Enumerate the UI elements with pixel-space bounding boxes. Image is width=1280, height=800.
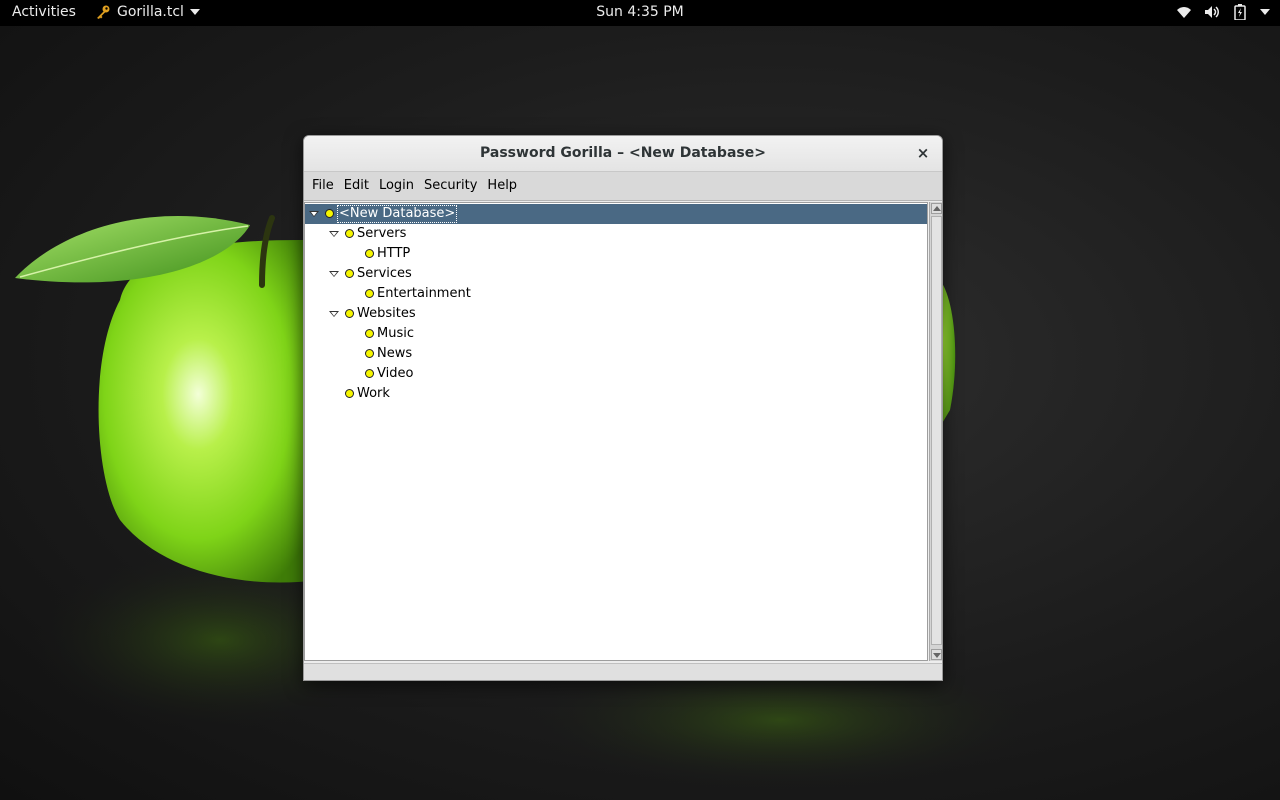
tree-row[interactable]: Websites bbox=[305, 304, 927, 324]
group-node-icon bbox=[365, 369, 374, 378]
menu-help[interactable]: Help bbox=[482, 172, 522, 200]
tree-row[interactable]: HTTP bbox=[305, 244, 927, 264]
group-node-icon bbox=[345, 309, 354, 318]
tree-row-label: Websites bbox=[357, 306, 416, 321]
system-menu-chevron-icon[interactable] bbox=[1260, 9, 1270, 15]
tree-row-label: Video bbox=[377, 366, 414, 381]
group-node-icon bbox=[365, 329, 374, 338]
tree-row-label: Work bbox=[357, 386, 390, 401]
group-node-icon bbox=[365, 249, 374, 258]
expand-toggle-icon[interactable] bbox=[329, 231, 339, 237]
battery-icon[interactable] bbox=[1232, 4, 1248, 20]
expand-toggle-icon[interactable] bbox=[309, 211, 319, 217]
scrollbar-thumb[interactable] bbox=[931, 216, 942, 645]
expand-toggle-icon[interactable] bbox=[329, 311, 339, 317]
close-icon[interactable]: × bbox=[914, 144, 932, 162]
tree-row[interactable]: Servers bbox=[305, 224, 927, 244]
menu-login[interactable]: Login bbox=[374, 172, 419, 200]
system-tray[interactable] bbox=[1176, 4, 1270, 20]
expand-toggle-icon[interactable] bbox=[329, 271, 339, 277]
tree-row-label: Entertainment bbox=[377, 286, 471, 301]
app-menu-label: Gorilla.tcl bbox=[117, 4, 184, 20]
password-gorilla-window: Password Gorilla – <New Database> × File… bbox=[303, 135, 943, 681]
scroll-up-icon[interactable] bbox=[931, 203, 942, 214]
tree-row[interactable]: Work bbox=[305, 384, 927, 404]
menu-security[interactable]: Security bbox=[419, 172, 482, 200]
vertical-scrollbar[interactable] bbox=[929, 202, 942, 661]
tree-row[interactable]: <New Database> bbox=[305, 204, 927, 224]
key-icon bbox=[97, 5, 110, 19]
group-node-icon bbox=[345, 269, 354, 278]
window-titlebar[interactable]: Password Gorilla – <New Database> × bbox=[304, 136, 942, 172]
tree-row[interactable]: News bbox=[305, 344, 927, 364]
tree-row[interactable]: Music bbox=[305, 324, 927, 344]
window-title: Password Gorilla – <New Database> bbox=[480, 145, 766, 161]
group-node-icon bbox=[345, 229, 354, 238]
tree-row-label: Servers bbox=[357, 226, 407, 241]
chevron-down-icon bbox=[189, 9, 200, 15]
scroll-down-icon[interactable] bbox=[931, 649, 942, 660]
tree-row[interactable]: Services bbox=[305, 264, 927, 284]
tree-row-label: <New Database> bbox=[337, 205, 458, 223]
top-panel: Activities Gorilla.tcl Sun 4:35 PM bbox=[0, 0, 1280, 26]
tree-row-label: News bbox=[377, 346, 413, 361]
group-node-icon bbox=[345, 389, 354, 398]
tree-row-label: Music bbox=[377, 326, 414, 341]
volume-icon[interactable] bbox=[1204, 4, 1220, 20]
tree-row-label: HTTP bbox=[377, 246, 411, 261]
app-menu[interactable]: Gorilla.tcl bbox=[95, 4, 200, 20]
menu-bar: File Edit Login Security Help bbox=[304, 172, 942, 201]
wifi-icon[interactable] bbox=[1176, 4, 1192, 20]
menu-file[interactable]: File bbox=[307, 172, 339, 200]
group-tree[interactable]: <New Database> Servers HTTP Services Enterta… bbox=[304, 202, 928, 661]
tree-row-label: Services bbox=[357, 266, 412, 281]
tree-row[interactable]: Video bbox=[305, 364, 927, 384]
group-node-icon bbox=[365, 289, 374, 298]
menu-edit[interactable]: Edit bbox=[339, 172, 374, 200]
clock[interactable]: Sun 4:35 PM bbox=[596, 4, 684, 20]
status-bar bbox=[304, 663, 942, 680]
group-node-icon bbox=[365, 349, 374, 358]
activities-button[interactable]: Activities bbox=[12, 4, 76, 20]
group-node-icon bbox=[325, 209, 334, 218]
tree-row[interactable]: Entertainment bbox=[305, 284, 927, 304]
